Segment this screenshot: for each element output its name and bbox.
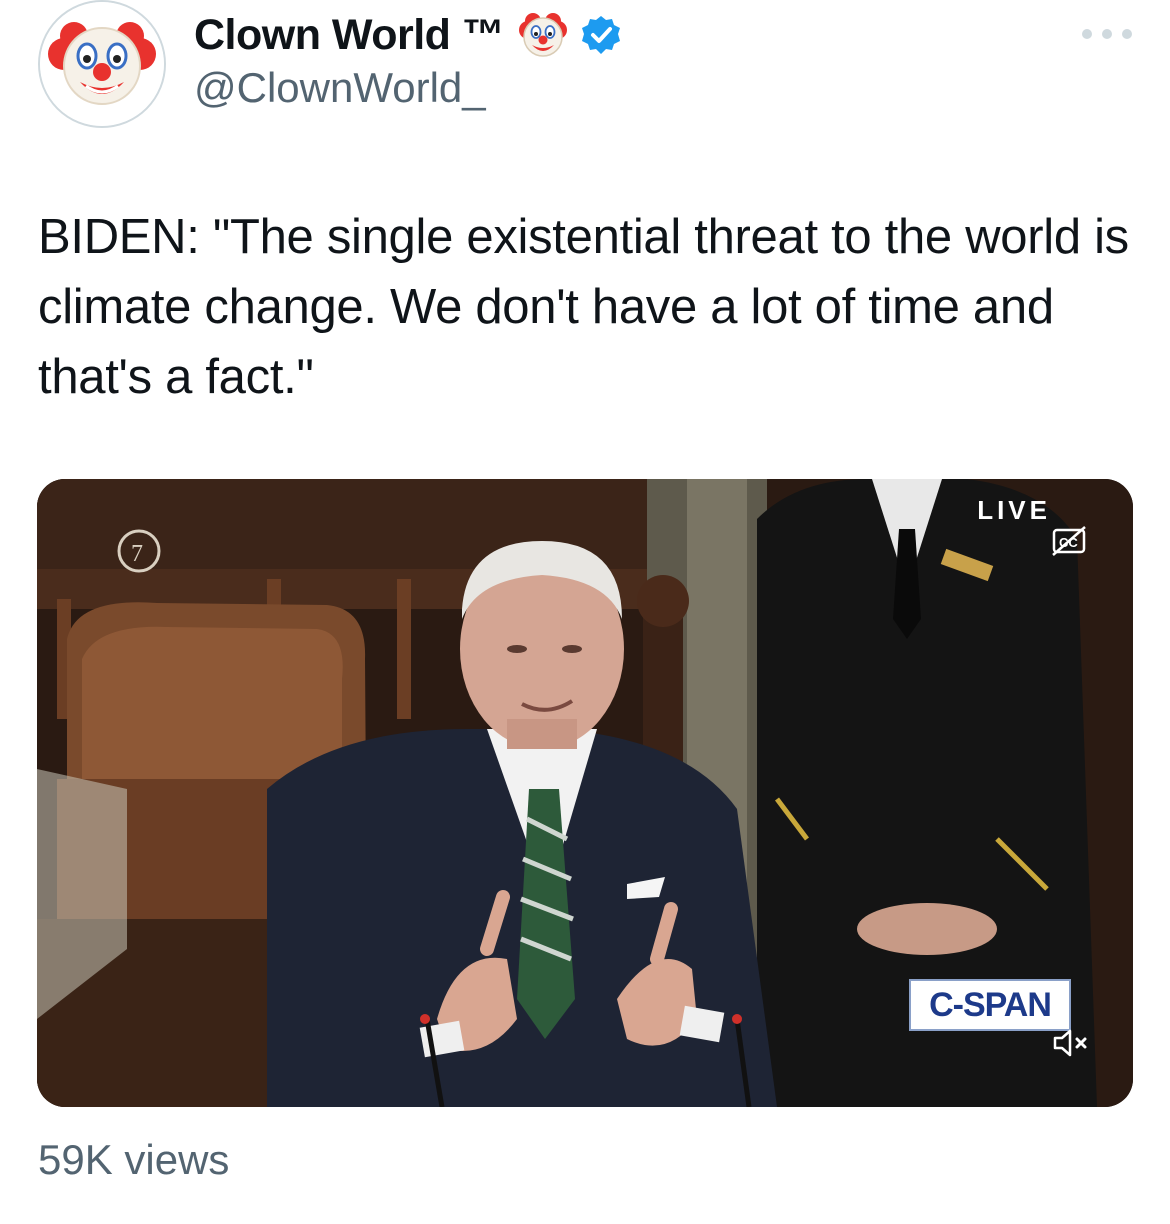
speaker-muted-icon[interactable]: [1051, 1027, 1091, 1059]
tweet: Clown World ™ @ClownWorld_ BIDEN: "The s…: [0, 0, 1170, 1224]
live-label: LIVE: [977, 495, 1051, 525]
tweet-text: BIDEN: "The single existential threat to…: [38, 210, 1129, 404]
author-handle[interactable]: @ClownWorld_: [194, 64, 486, 112]
video-player[interactable]: 7 LIVE C-SPAN: [37, 479, 1133, 1107]
author-display-name[interactable]: Clown World ™: [194, 11, 505, 60]
author-avatar[interactable]: [38, 0, 166, 128]
clown-face-icon: [519, 13, 568, 57]
author-name-row[interactable]: Clown World ™: [194, 10, 622, 60]
svg-text:7: 7: [131, 541, 143, 567]
view-count: 59K views: [38, 1136, 230, 1183]
more-dot: [1102, 29, 1112, 39]
more-dot: [1082, 29, 1092, 39]
network-logo: C-SPAN: [909, 979, 1071, 1031]
more-options-icon[interactable]: [1082, 22, 1132, 46]
verified-badge-icon[interactable]: [580, 14, 622, 56]
more-dot: [1122, 29, 1132, 39]
clown-face-icon: [40, 2, 164, 126]
closed-captions-off-icon[interactable]: CC: [1051, 525, 1087, 557]
